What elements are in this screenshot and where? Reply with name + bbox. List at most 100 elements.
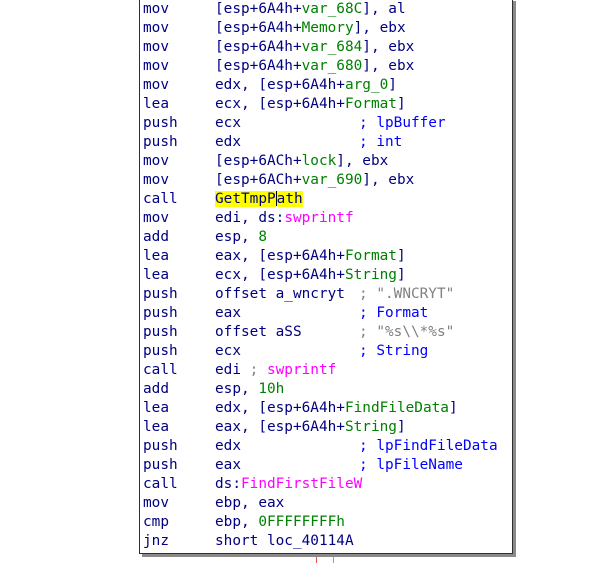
symbol-name[interactable]: arg_0 [345, 77, 388, 93]
instruction-row[interactable]: mov [esp+6A4h+var_68C], al [143, 0, 511, 19]
instruction-row[interactable]: mov ebp, eax [143, 494, 511, 513]
mnemonic[interactable]: cmp [143, 513, 169, 532]
operand[interactable]: esp, 8 [215, 228, 267, 247]
instruction-row[interactable]: push offset a_wncryt; ".WNCRYT" [143, 285, 511, 304]
mnemonic[interactable]: lea [143, 266, 169, 285]
instruction-row[interactable]: lea ecx, [esp+6A4h+Format] [143, 95, 511, 114]
mnemonic[interactable]: mov [143, 0, 169, 19]
mnemonic[interactable]: push [143, 342, 178, 361]
instruction-row[interactable]: mov edi, ds:swprintf [143, 209, 511, 228]
instruction-row[interactable]: jnz short loc_40114A [143, 532, 511, 551]
mnemonic[interactable]: call [143, 475, 178, 494]
operand[interactable]: edi, ds:swprintf [215, 209, 354, 228]
operand[interactable]: eax, [esp+6A4h+String] [215, 418, 406, 437]
instruction-row[interactable]: mov [esp+6A4h+var_684], ebx [143, 38, 511, 57]
instruction-row[interactable]: lea ecx, [esp+6A4h+String] [143, 266, 511, 285]
mnemonic[interactable]: lea [143, 418, 169, 437]
operand[interactable]: ecx, [esp+6A4h+Format] [215, 95, 406, 114]
instruction-row[interactable]: add esp, 10h [143, 380, 511, 399]
instruction-row[interactable]: mov [esp+6ACh+lock], ebx [143, 152, 511, 171]
mnemonic[interactable]: mov [143, 76, 169, 95]
import-name[interactable]: swprintf [284, 210, 353, 226]
operand[interactable]: short loc_40114A [215, 532, 354, 551]
instruction-row[interactable]: call GetTmpPath [143, 190, 511, 209]
operand[interactable]: offset aSS [215, 323, 302, 342]
mnemonic[interactable]: mov [143, 209, 169, 228]
symbol-name[interactable]: String [345, 267, 397, 283]
operand[interactable]: ecx [215, 342, 241, 361]
symbol-name[interactable]: FindFileData [345, 400, 449, 416]
operand[interactable]: [esp+6A4h+var_684], ebx [215, 38, 414, 57]
mnemonic[interactable]: call [143, 190, 178, 209]
instruction-row[interactable]: call ds:FindFirstFileW [143, 475, 511, 494]
instruction-row[interactable]: mov [esp+6A4h+var_680], ebx [143, 57, 511, 76]
operand[interactable]: eax [215, 304, 241, 323]
mnemonic[interactable]: lea [143, 95, 169, 114]
operand[interactable]: ds:FindFirstFileW [215, 475, 362, 494]
operand[interactable]: ebp, 0FFFFFFFFh [215, 513, 345, 532]
mnemonic[interactable]: lea [143, 399, 169, 418]
symbol-name[interactable]: 8 [258, 229, 267, 245]
mnemonic[interactable]: add [143, 228, 169, 247]
operand[interactable]: eax [215, 456, 241, 475]
instruction-row[interactable]: push eax ; lpFileName [143, 456, 511, 475]
mnemonic[interactable]: jnz [143, 532, 169, 551]
mnemonic[interactable]: mov [143, 19, 169, 38]
instruction-row[interactable]: mov [esp+6A4h+Memory], ebx [143, 19, 511, 38]
operand[interactable]: [esp+6A4h+var_68C], al [215, 0, 406, 19]
symbol-name[interactable]: Format [345, 96, 397, 112]
operand[interactable]: ecx, [esp+6A4h+String] [215, 266, 406, 285]
operand[interactable]: edx [215, 437, 241, 456]
symbol-name[interactable]: var_690 [302, 172, 363, 188]
mnemonic[interactable]: mov [143, 494, 169, 513]
operand[interactable]: edi ; swprintf [215, 361, 336, 380]
operand[interactable]: edx [215, 133, 241, 152]
symbol-name[interactable]: 10h [258, 381, 284, 397]
instruction-row[interactable]: push edx ; int [143, 133, 511, 152]
instruction-row[interactable]: mov edx, [esp+6A4h+arg_0] [143, 76, 511, 95]
instruction-row[interactable]: push ecx ; lpBuffer [143, 114, 511, 133]
highlighted-symbol[interactable]: ath [276, 191, 303, 207]
symbol-name[interactable]: 0FFFFFFFFh [258, 514, 345, 530]
symbol-name[interactable]: var_680 [302, 58, 363, 74]
instruction-row[interactable]: add esp, 8 [143, 228, 511, 247]
highlighted-symbol[interactable]: GetTmpP [215, 191, 276, 207]
operand[interactable]: edx, [esp+6A4h+arg_0] [215, 76, 397, 95]
disassembly-code-block[interactable]: mov [esp+6A4h+var_68C], al mov [esp+6A4h+Me… [139, 0, 513, 554]
mnemonic[interactable]: push [143, 323, 178, 342]
instruction-row[interactable]: lea edx, [esp+6A4h+FindFileData] [143, 399, 511, 418]
operand[interactable]: esp, 10h [215, 380, 284, 399]
operand[interactable]: [esp+6A4h+var_680], ebx [215, 57, 414, 76]
mnemonic[interactable]: add [143, 380, 169, 399]
instruction-row[interactable]: push eax ; Format [143, 304, 511, 323]
operand[interactable]: eax, [esp+6A4h+Format] [215, 247, 406, 266]
mnemonic[interactable]: push [143, 114, 178, 133]
mnemonic[interactable]: call [143, 361, 178, 380]
instruction-row[interactable]: push ecx ; String [143, 342, 511, 361]
operand[interactable]: edx, [esp+6A4h+FindFileData] [215, 399, 458, 418]
operand[interactable]: [esp+6ACh+var_690], ebx [215, 171, 414, 190]
mnemonic[interactable]: mov [143, 171, 169, 190]
operand[interactable]: ebp, eax [215, 494, 284, 513]
instruction-row[interactable]: push offset aSS; "%s\\*%s" [143, 323, 511, 342]
operand[interactable]: ecx [215, 114, 241, 133]
mnemonic[interactable]: push [143, 285, 178, 304]
mnemonic[interactable]: push [143, 133, 178, 152]
instruction-row[interactable]: lea eax, [esp+6A4h+Format] [143, 247, 511, 266]
symbol-name[interactable]: var_68C [302, 1, 363, 17]
operand[interactable]: offset a_wncryt [215, 285, 345, 304]
operand[interactable]: [esp+6A4h+Memory], ebx [215, 19, 406, 38]
mnemonic[interactable]: mov [143, 38, 169, 57]
import-name[interactable]: swprintf [267, 362, 336, 378]
instruction-row[interactable]: mov [esp+6ACh+var_690], ebx [143, 171, 511, 190]
import-name[interactable]: FindFirstFileW [241, 476, 362, 492]
instruction-row[interactable]: cmp ebp, 0FFFFFFFFh [143, 513, 511, 532]
symbol-name[interactable]: Memory [302, 20, 354, 36]
mnemonic[interactable]: push [143, 304, 178, 323]
symbol-name[interactable]: lock [302, 153, 337, 169]
symbol-name[interactable]: String [345, 419, 397, 435]
mnemonic[interactable]: mov [143, 57, 169, 76]
mnemonic[interactable]: mov [143, 152, 169, 171]
mnemonic[interactable]: lea [143, 247, 169, 266]
operand[interactable]: GetTmpPath [215, 190, 303, 209]
